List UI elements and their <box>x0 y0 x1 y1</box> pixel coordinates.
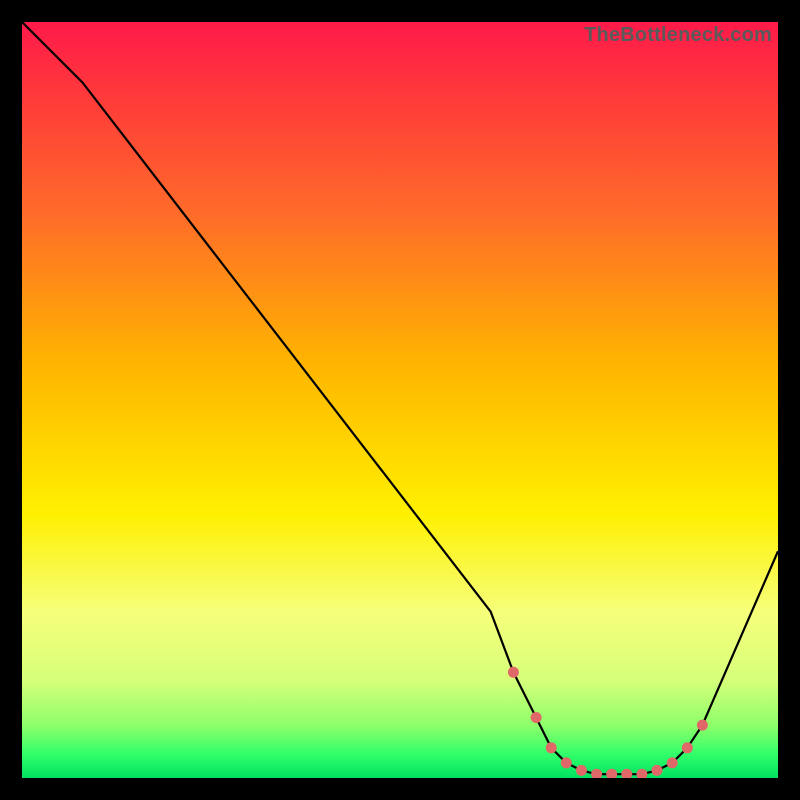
bottleneck-curve-line <box>22 22 778 774</box>
curve-line-group <box>22 22 778 774</box>
curve-marker <box>682 742 693 753</box>
curve-marker <box>576 765 587 776</box>
curve-marker <box>591 769 602 778</box>
chart-stage: TheBottleneck.com <box>0 0 800 800</box>
curve-marker <box>606 769 617 778</box>
curve-marker <box>697 720 708 731</box>
curve-marker <box>531 712 542 723</box>
chart-plot-area: TheBottleneck.com <box>22 22 778 778</box>
curve-marker <box>621 769 632 778</box>
curve-marker <box>667 757 678 768</box>
curve-marker <box>561 757 572 768</box>
curve-marker <box>652 765 663 776</box>
curve-marker <box>636 769 647 778</box>
chart-svg <box>22 22 778 778</box>
curve-marker-group <box>508 667 708 778</box>
curve-marker <box>508 667 519 678</box>
curve-marker <box>546 742 557 753</box>
